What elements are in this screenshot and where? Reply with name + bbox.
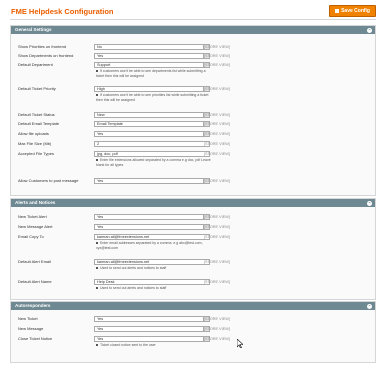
scope-label: [STORE VIEW]	[204, 142, 230, 146]
input-max-file-size-mb[interactable]: 2	[94, 141, 210, 147]
field-note: Enter file extensions allowed separated …	[96, 158, 212, 168]
label-default-ticket-priority: Default Ticket Priority	[18, 86, 56, 91]
select-new-ticket[interactable]: Yes	[94, 316, 210, 322]
bullet-icon	[96, 267, 98, 270]
scope-label: [STORE VIEW]	[204, 317, 230, 321]
page-title: FME Helpdesk Configuration	[11, 7, 114, 16]
field-note: Used to send out alerts and notices to s…	[96, 286, 212, 291]
title-divider	[10, 19, 376, 20]
bullet-icon	[96, 242, 98, 245]
scope-label: [STORE VIEW]	[204, 54, 230, 58]
select-default-ticket-status[interactable]: New	[94, 112, 210, 118]
select-close-ticket-notice[interactable]: Yes	[94, 336, 210, 342]
bullet-icon	[96, 94, 98, 97]
section-general-settings: General Settings ⌃	[10, 25, 376, 196]
mouse-cursor-icon	[237, 339, 243, 348]
scope-label: [STORE VIEW]	[204, 45, 230, 49]
bullet-icon	[96, 287, 98, 290]
label-close-ticket-notice: Close Ticket Notice	[18, 336, 53, 341]
note-text: Enter email addresses separated by a com…	[96, 241, 203, 250]
select-show-priorities-on-frontend[interactable]: No	[94, 44, 210, 50]
select-allow-customers-to-post-message[interactable]: Yes	[94, 178, 210, 184]
select-default-department[interactable]: Support	[94, 62, 210, 68]
collapse-icon[interactable]: ⌃	[367, 27, 372, 33]
config-page: FME Helpdesk Configuration Save Config G…	[0, 0, 384, 367]
scope-label: [STORE VIEW]	[204, 260, 230, 264]
scope-label: [STORE VIEW]	[204, 122, 230, 126]
note-text: If customers won't be able to see depart…	[96, 69, 206, 78]
label-default-ticket-status: Default Ticket Status	[18, 112, 55, 117]
select-new-message-alert[interactable]: Yes	[94, 224, 210, 230]
select-allow-file-uploads[interactable]: Yes	[94, 131, 210, 137]
bullet-icon	[96, 159, 98, 162]
label-show-priorities-on-frontend: Show Priorities on frontend	[18, 44, 67, 49]
label-new-message: New Message	[18, 326, 44, 331]
field-note: Used to send out alerts and notices to s…	[96, 266, 212, 271]
label-show-departments-on-frontend: Show Departments on frontend	[18, 53, 74, 58]
select-show-departments-on-frontend[interactable]: Yes	[94, 53, 210, 59]
scope-label: [STORE VIEW]	[204, 280, 230, 284]
label-new-ticket: New Ticket	[18, 316, 38, 321]
label-allow-customers-to-post-message: Allow Customers to post message	[18, 178, 79, 183]
section-header-autoresponders[interactable]: Autoresponders ⌃	[11, 302, 375, 310]
note-text: If customers won't be able to see priori…	[96, 93, 209, 102]
note-text: Used to send out alerts and notices to s…	[100, 286, 167, 290]
bullet-icon	[96, 70, 98, 73]
note-text: Used to send out alerts and notices to s…	[100, 266, 167, 270]
field-note: Ticket closed notice sent to the user	[96, 343, 212, 348]
save-icon	[335, 8, 340, 13]
scope-label: [STORE VIEW]	[204, 132, 230, 136]
input-email-copy-to[interactable]: kamran.ali@fmeextensions.net	[94, 234, 210, 240]
field-note: If customers won't be able to see priori…	[96, 93, 212, 103]
scope-label: [STORE VIEW]	[204, 337, 230, 341]
section-title: General Settings	[15, 27, 52, 32]
input-default-alert-name[interactable]: Help Desk	[94, 279, 210, 285]
select-new-message[interactable]: Yes	[94, 326, 210, 332]
section-autoresponders: Autoresponders ⌃	[10, 301, 376, 363]
note-text: Ticket closed notice sent to the user	[100, 343, 156, 347]
label-default-alert-email: Default Alert Email	[18, 259, 51, 264]
scope-label: [STORE VIEW]	[204, 113, 230, 117]
field-note: If customers won't be able to see depart…	[96, 69, 212, 79]
label-default-email-template: Default Email Template	[18, 121, 60, 126]
note-text: Enter file extensions allowed separated …	[96, 158, 211, 167]
scope-label: [STORE VIEW]	[204, 152, 230, 156]
save-config-button[interactable]: Save Config	[329, 5, 376, 17]
section-title: Autoresponders	[15, 303, 51, 308]
select-default-email-template[interactable]: Email Template	[94, 121, 210, 127]
select-default-ticket-priority[interactable]: High	[94, 86, 210, 92]
label-new-message-alert: New Message Alert	[18, 224, 53, 229]
scope-label: [STORE VIEW]	[204, 87, 230, 91]
select-new-ticket-alert[interactable]: Yes	[94, 214, 210, 220]
section-title: Alerts and Notices	[15, 200, 56, 205]
label-max-file-size-mb: Max File Size (Mb)	[18, 141, 52, 146]
scope-label: [STORE VIEW]	[204, 225, 230, 229]
scope-label: [STORE VIEW]	[204, 215, 230, 219]
collapse-icon[interactable]: ⌃	[367, 303, 372, 309]
label-allow-file-uploads: Allow file uploads	[18, 131, 49, 136]
save-config-label: Save Config	[341, 8, 370, 14]
section-header-alerts[interactable]: Alerts and Notices ⌃	[11, 199, 375, 207]
scope-label: [STORE VIEW]	[204, 327, 230, 331]
scope-label: [STORE VIEW]	[204, 179, 230, 183]
scope-label: [STORE VIEW]	[204, 63, 230, 67]
label-email-copy-to: Email Copy To	[18, 234, 44, 239]
scope-label: [STORE VIEW]	[204, 235, 230, 239]
field-note: Enter email addresses separated by a com…	[96, 241, 212, 251]
collapse-icon[interactable]: ⌃	[367, 200, 372, 206]
section-header-general[interactable]: General Settings ⌃	[11, 26, 375, 34]
label-accepted-file-types: Accepted File Types	[18, 151, 54, 156]
bullet-icon	[96, 344, 98, 347]
input-accepted-file-types[interactable]: jpg, doc, pdf	[94, 151, 210, 157]
label-new-ticket-alert: New Ticket Alert	[18, 214, 47, 219]
label-default-alert-name: Default Alert Name	[18, 279, 52, 284]
label-default-department: Default Department	[18, 62, 53, 67]
input-default-alert-email[interactable]: kamran.ali@fmeextensions.net	[94, 259, 210, 265]
